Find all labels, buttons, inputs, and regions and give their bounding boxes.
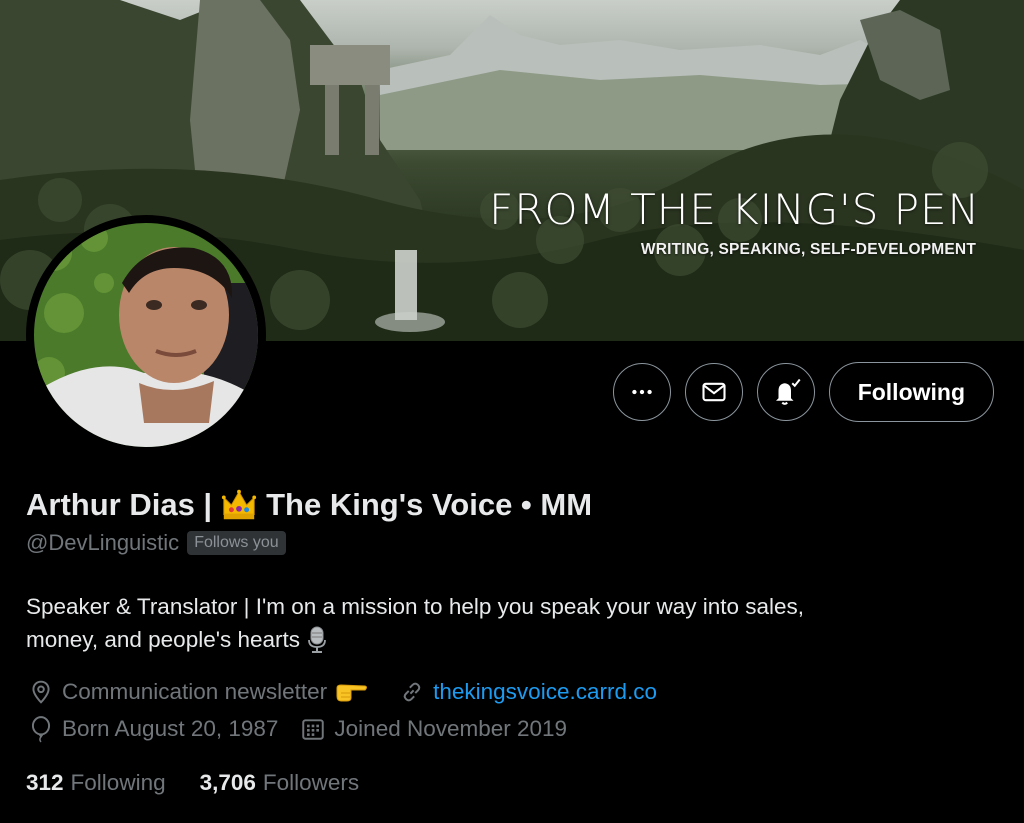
following-count: 312 [26,770,64,795]
display-name-suffix: The King's Voice • MM [266,487,593,522]
microphone-icon [308,626,326,653]
born-text: Born August 20, 1987 [62,716,279,741]
website: thekingsvoice.carrd.co [399,679,657,705]
followers-stat[interactable]: 3,706 Followers [200,770,360,796]
birthday: Born August 20, 1987 [28,715,278,743]
notifications-button[interactable] [756,363,815,421]
location-pin-icon [32,680,50,704]
website-link[interactable]: thekingsvoice.carrd.co [433,679,657,705]
calendar-icon [302,719,325,740]
follows-you-badge: Follows you [187,531,286,555]
following-stat[interactable]: 312 Following [26,770,166,796]
envelope-icon [702,382,726,402]
followers-label: Followers [262,770,360,795]
location: Communication newsletter [28,679,377,705]
follow-stats: 312 Following 3,706 Followers [26,770,393,796]
join-date: Joined November 2019 [300,716,567,742]
more-horizontal-icon [631,389,652,395]
following-label: Following [70,770,166,795]
profile-meta-row-1: Communication newsletter thekingsvoice.c… [28,679,679,705]
pointing-hand-icon [336,684,368,702]
display-name: Arthur Dias | The King's Voice • MM [26,486,592,524]
handle-row: @DevLinguistic Follows you [26,530,286,556]
location-text: Communication newsletter [62,679,328,704]
bio-line-2: money, and people's hearts [26,627,301,652]
bell-check-icon [775,378,801,405]
banner-title: FROM THE KING'S PEN [489,185,980,234]
crown-icon [221,489,257,520]
handle: @DevLinguistic [26,530,180,555]
bio: Speaker & Translator | I'm on a mission … [26,590,986,656]
bio-line-1: Speaker & Translator | I'm on a mission … [26,594,805,619]
profile-actions: Following [612,362,994,422]
joined-text: Joined November 2019 [334,716,568,741]
display-name-prefix: Arthur Dias | [26,487,213,522]
following-button[interactable]: Following [828,362,994,422]
link-icon [403,682,421,702]
more-button[interactable] [612,363,671,421]
balloon-icon [31,716,51,743]
profile-meta-row-2: Born August 20, 1987 Joined November 201… [28,715,589,743]
message-button[interactable] [684,363,743,421]
avatar[interactable] [26,215,266,455]
followers-count: 3,706 [199,770,256,795]
banner-subtitle: WRITING, SPEAKING, SELF-DEVELOPMENT [640,241,976,258]
